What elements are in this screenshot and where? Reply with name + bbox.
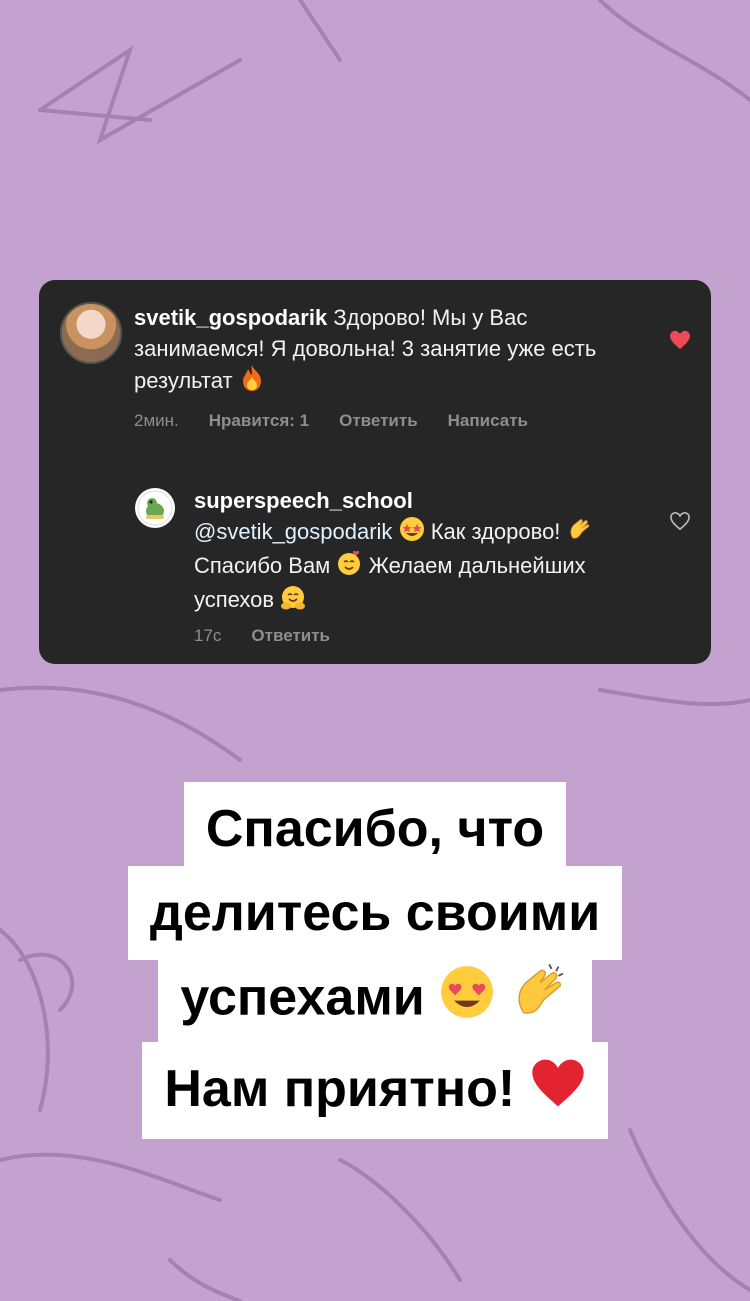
reply-button[interactable]: Ответить [339,411,418,431]
reply-time: 17с [194,626,222,645]
caption-line-1: Спасибо, что [183,782,567,876]
school-avatar[interactable] [135,488,175,528]
reply-text-1: Как здорово! [430,519,561,544]
comment-card: svetik_gospodarik Здорово! Мы у Вас зани… [39,280,711,664]
comment-body: svetik_gospodarik Здорово! Мы у Вас зани… [134,302,654,400]
smiling-face-with-hearts-emoji [336,550,362,584]
reply-text-2: Спасибо Вам [194,553,331,579]
hugging-face-emoji [280,585,306,619]
heart-outline-icon[interactable] [669,511,691,531]
clapping-hands-emoji [567,516,593,550]
likes-count[interactable]: Нравится: 1 [209,411,309,431]
reply-mention[interactable]: @svetik_gospodarik [194,519,392,544]
fire-emoji [239,364,265,400]
avatar[interactable] [60,302,122,364]
caption-line-4: Нам приятно! [142,1042,608,1140]
heart-eyes-emoji [439,964,495,1038]
reply-reply-button[interactable]: Ответить [251,626,330,646]
heart-filled-icon[interactable] [669,330,691,350]
comment-time: 2мин. [134,411,179,430]
clapping-hands-emoji-large [510,962,570,1040]
comment-username[interactable]: svetik_gospodarik [134,305,327,330]
caption: Спасибо, что делитесь своими успехами На… [0,782,750,1140]
reply-meta: 17с Ответить [194,626,330,646]
dinosaur-logo-icon [137,490,173,526]
caption-line-2: делитесь своими [127,866,623,960]
write-button[interactable]: Написать [448,411,528,431]
red-heart-emoji [530,1057,586,1127]
comment-meta: 2мин. Нравится: 1 Ответить Написать [134,411,528,431]
caption-text-2: делитесь своими [149,884,601,942]
reply-body: superspeech_school @svetik_gospodarik Ка… [194,485,654,619]
caption-text-4: Нам приятно! [164,1060,516,1118]
caption-text-1: Спасибо, что [205,800,545,858]
caption-text-3: успехами [180,968,425,1027]
star-struck-emoji [399,516,425,550]
reply-username[interactable]: superspeech_school [194,488,413,513]
caption-line-3: успехами [158,950,592,1052]
